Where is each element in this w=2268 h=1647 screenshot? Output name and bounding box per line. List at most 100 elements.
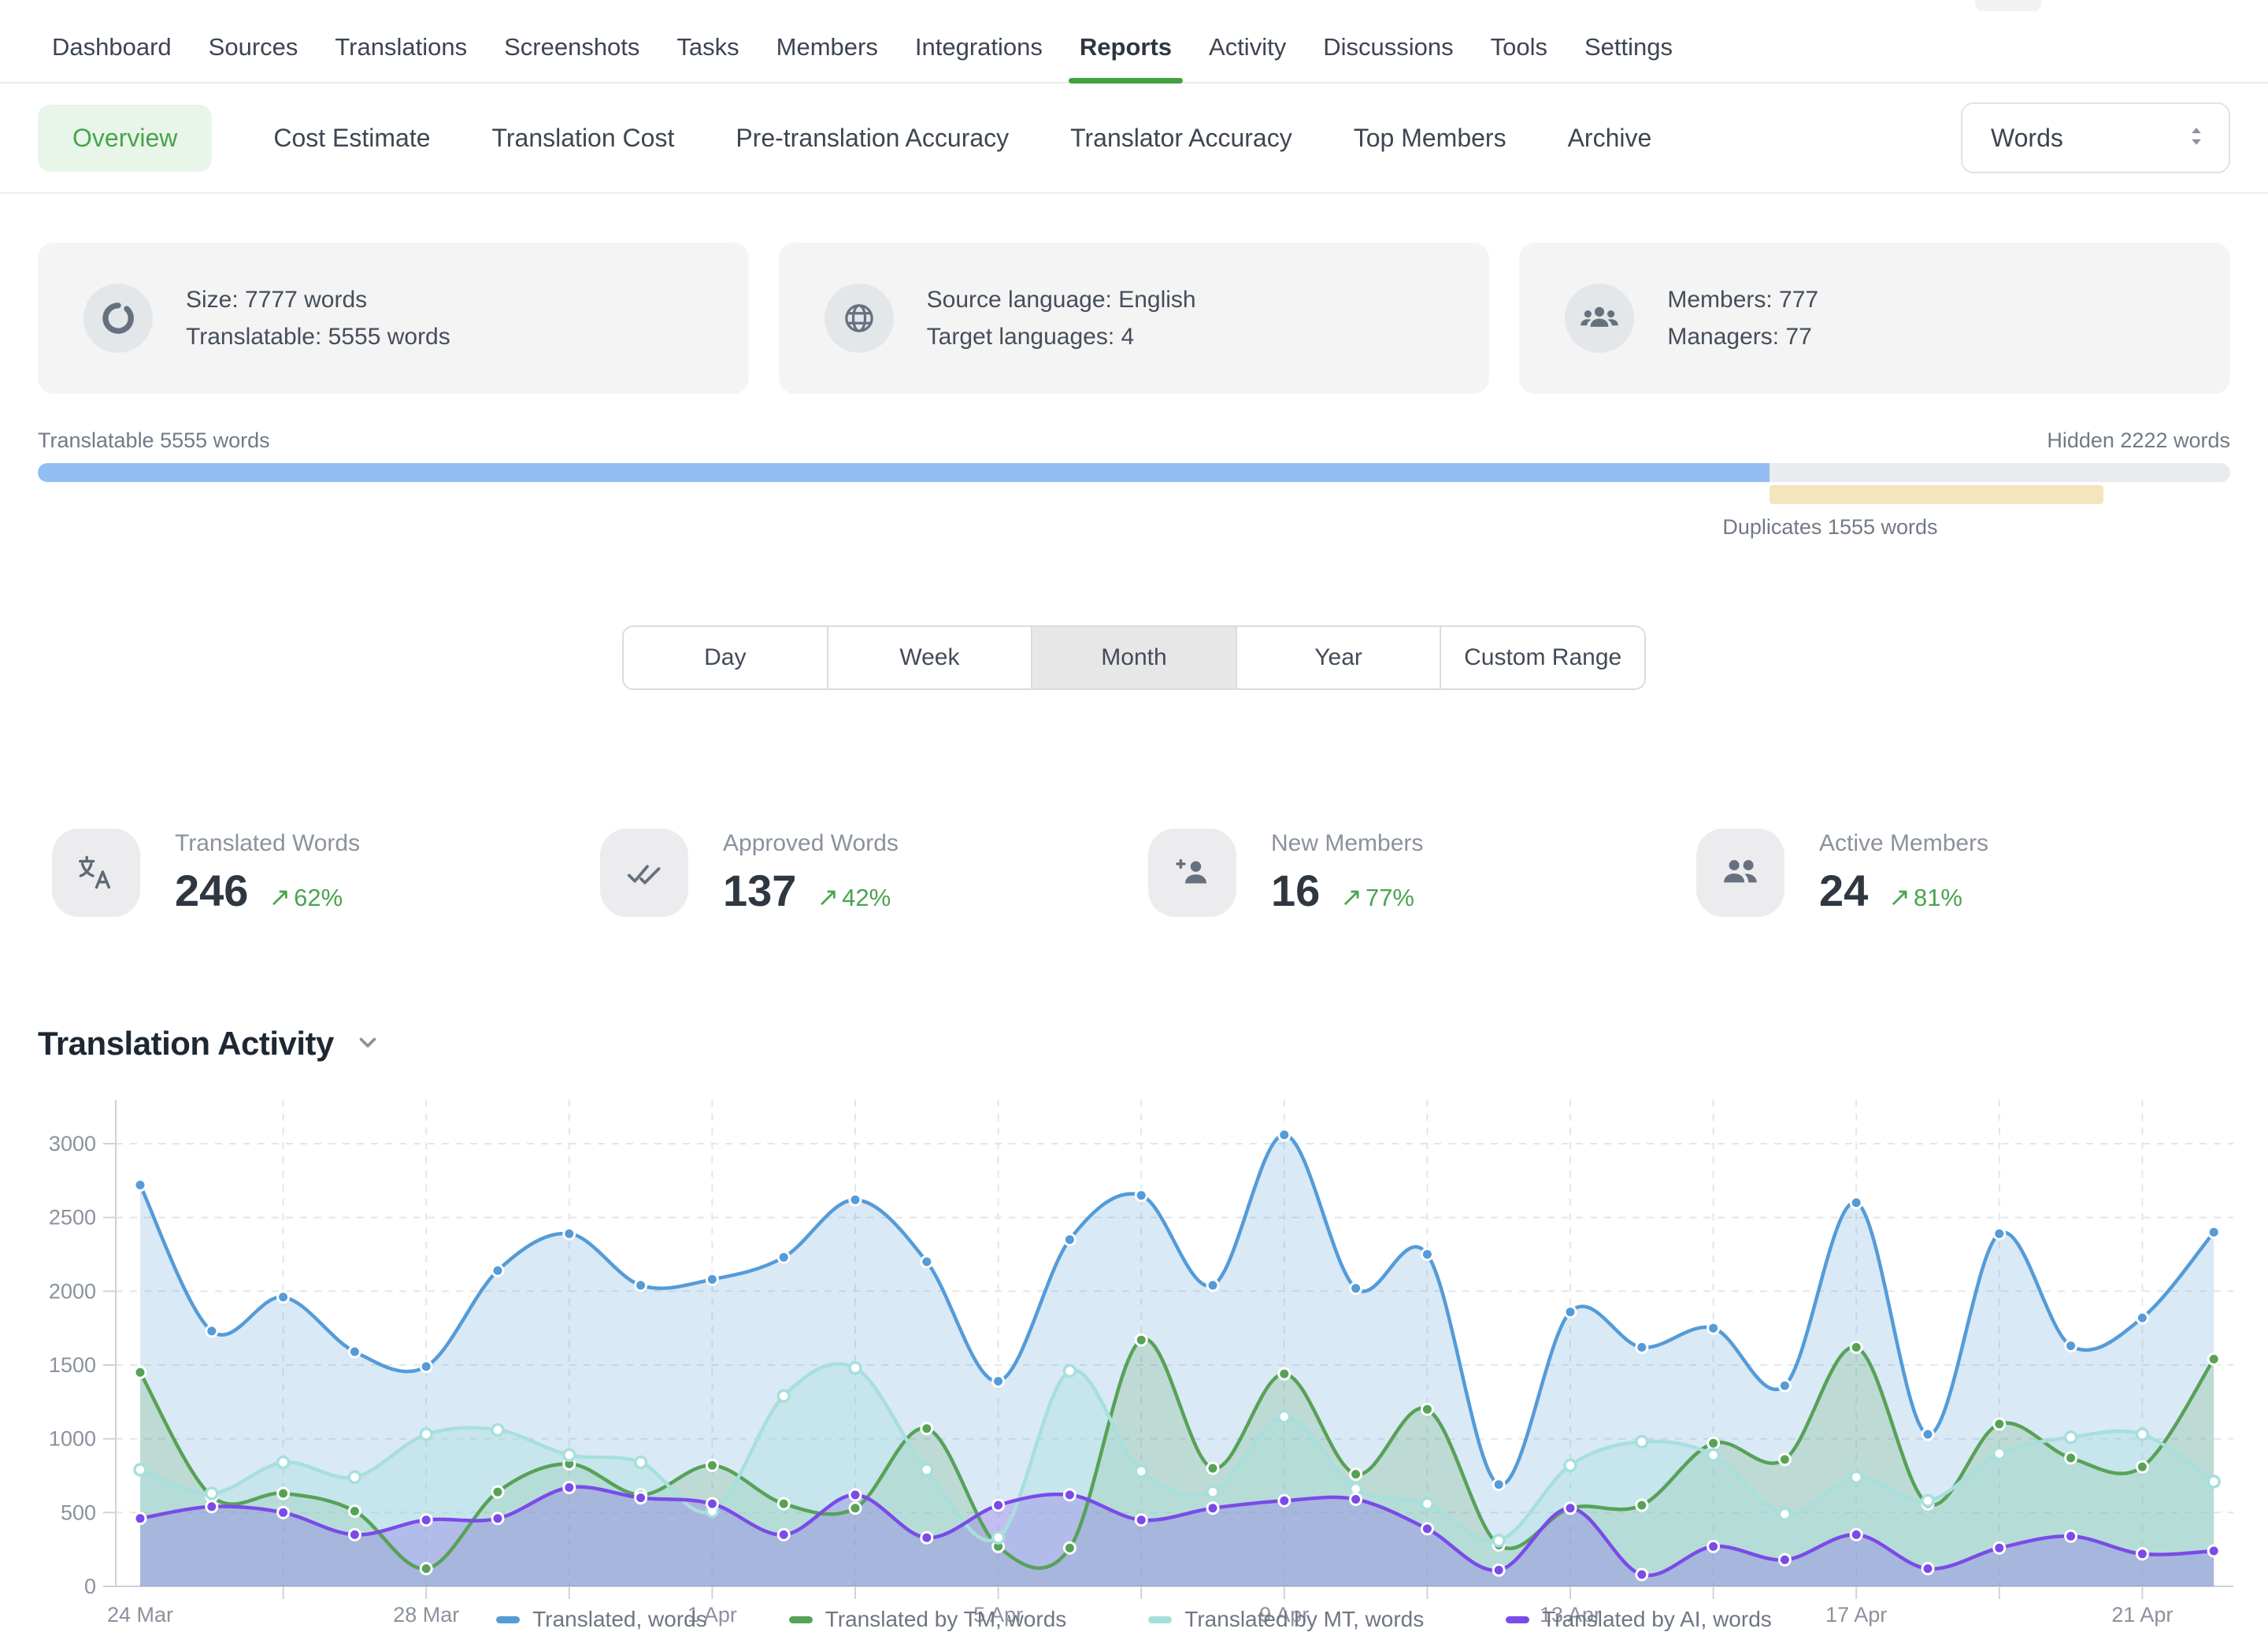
series-translated-by-tm-words-point[interactable] <box>1064 1542 1075 1553</box>
series-translated-by-tm-words-point[interactable] <box>278 1488 289 1499</box>
series-translated-by-tm-words-point[interactable] <box>2208 1354 2219 1365</box>
series-translated-by-ai-words-point[interactable] <box>1994 1542 2005 1553</box>
chevron-down-icon[interactable] <box>354 1029 381 1059</box>
nav-item-screenshots[interactable]: Screenshots <box>504 33 639 82</box>
series-translated-words-point[interactable] <box>778 1252 789 1263</box>
series-translated-words-point[interactable] <box>993 1376 1004 1387</box>
series-translated-by-mt-words-point[interactable] <box>993 1532 1004 1543</box>
range-tab-week[interactable]: Week <box>828 627 1033 688</box>
series-translated-by-ai-words-point[interactable] <box>636 1493 647 1504</box>
series-translated-by-tm-words-point[interactable] <box>2066 1452 2077 1463</box>
series-translated-words-point[interactable] <box>1064 1234 1075 1245</box>
series-translated-by-mt-words-point[interactable] <box>421 1429 432 1440</box>
series-translated-by-ai-words-point[interactable] <box>1207 1503 1218 1514</box>
series-translated-words-point[interactable] <box>1708 1322 1719 1334</box>
report-tab-pre-translation-accuracy[interactable]: Pre-translation Accuracy <box>736 124 1009 153</box>
partial-toolbar-button[interactable] <box>1975 0 2041 11</box>
series-translated-words-point[interactable] <box>1565 1307 1576 1318</box>
series-translated-words-point[interactable] <box>2208 1226 2219 1237</box>
series-translated-by-tm-words-point[interactable] <box>349 1506 360 1517</box>
series-translated-by-mt-words-point[interactable] <box>564 1449 575 1460</box>
series-translated-by-mt-words-point[interactable] <box>1064 1366 1075 1377</box>
series-translated-words-point[interactable] <box>1922 1429 1933 1440</box>
series-translated-by-mt-words-point[interactable] <box>1922 1495 1933 1506</box>
range-tab-day[interactable]: Day <box>624 627 828 688</box>
series-translated-words-point[interactable] <box>564 1228 575 1239</box>
series-translated-by-mt-words-point[interactable] <box>2066 1432 2077 1443</box>
series-translated-words-point[interactable] <box>1421 1249 1432 1260</box>
series-translated-words-point[interactable] <box>1636 1342 1647 1353</box>
series-translated-by-ai-words-point[interactable] <box>421 1515 432 1526</box>
nav-item-tools[interactable]: Tools <box>1491 33 1547 82</box>
nav-item-activity[interactable]: Activity <box>1209 33 1286 82</box>
series-translated-by-tm-words-point[interactable] <box>1994 1419 2005 1430</box>
series-translated-by-mt-words-point[interactable] <box>2136 1429 2148 1440</box>
series-translated-by-mt-words-point[interactable] <box>206 1488 217 1499</box>
series-translated-by-mt-words-point[interactable] <box>1565 1460 1576 1471</box>
report-tab-translator-accuracy[interactable]: Translator Accuracy <box>1070 124 1292 153</box>
series-translated-by-mt-words-point[interactable] <box>1851 1471 1862 1482</box>
nav-item-translations[interactable]: Translations <box>335 33 467 82</box>
nav-item-sources[interactable]: Sources <box>209 33 298 82</box>
series-translated-by-ai-words-point[interactable] <box>2136 1549 2148 1560</box>
series-translated-words-point[interactable] <box>1136 1190 1147 1201</box>
series-translated-by-mt-words-point[interactable] <box>2208 1476 2219 1487</box>
nav-item-dashboard[interactable]: Dashboard <box>52 33 172 82</box>
series-translated-by-mt-words-point[interactable] <box>1493 1535 1504 1546</box>
nav-item-discussions[interactable]: Discussions <box>1323 33 1453 82</box>
series-translated-words-point[interactable] <box>1851 1197 1862 1208</box>
series-translated-by-mt-words-point[interactable] <box>1136 1466 1147 1477</box>
series-translated-by-mt-words-point[interactable] <box>349 1471 360 1482</box>
series-translated-words-point[interactable] <box>135 1180 146 1191</box>
series-translated-by-mt-words-point[interactable] <box>1279 1411 1290 1423</box>
series-translated-by-mt-words-point[interactable] <box>1207 1486 1218 1497</box>
series-translated-words-point[interactable] <box>421 1361 432 1372</box>
unit-select[interactable]: Words <box>1961 102 2230 173</box>
series-translated-by-tm-words-point[interactable] <box>492 1486 503 1497</box>
series-translated-by-tm-words-point[interactable] <box>778 1498 789 1509</box>
series-translated-by-mt-words-point[interactable] <box>1421 1498 1432 1509</box>
series-translated-by-mt-words-point[interactable] <box>778 1390 789 1401</box>
series-translated-by-ai-words-point[interactable] <box>1851 1529 1862 1540</box>
nav-item-integrations[interactable]: Integrations <box>915 33 1043 82</box>
nav-item-settings[interactable]: Settings <box>1584 33 1673 82</box>
nav-item-tasks[interactable]: Tasks <box>676 33 739 82</box>
series-translated-words-point[interactable] <box>1279 1130 1290 1141</box>
series-translated-words-point[interactable] <box>706 1274 717 1285</box>
series-translated-by-mt-words-point[interactable] <box>1994 1448 2005 1459</box>
series-translated-by-ai-words-point[interactable] <box>1279 1495 1290 1506</box>
series-translated-by-mt-words-point[interactable] <box>278 1457 289 1468</box>
series-translated-by-ai-words-point[interactable] <box>1421 1523 1432 1534</box>
series-translated-words-point[interactable] <box>492 1265 503 1276</box>
series-translated-by-mt-words-point[interactable] <box>850 1363 861 1374</box>
report-tab-top-members[interactable]: Top Members <box>1354 124 1506 153</box>
series-translated-by-ai-words-point[interactable] <box>349 1529 360 1540</box>
legend-item-translated-by-ai-words[interactable]: Translated by AI, words <box>1506 1607 1772 1632</box>
report-tab-overview[interactable]: Overview <box>38 105 212 172</box>
series-translated-words-point[interactable] <box>1994 1228 2005 1239</box>
series-translated-by-mt-words-point[interactable] <box>636 1457 647 1468</box>
report-tab-translation-cost[interactable]: Translation Cost <box>492 124 675 153</box>
series-translated-by-ai-words-point[interactable] <box>564 1482 575 1493</box>
series-translated-by-tm-words-point[interactable] <box>1207 1463 1218 1474</box>
series-translated-by-mt-words-point[interactable] <box>921 1464 932 1475</box>
series-translated-by-tm-words-point[interactable] <box>1708 1437 1719 1449</box>
series-translated-by-ai-words-point[interactable] <box>135 1513 146 1524</box>
series-translated-by-mt-words-point[interactable] <box>1708 1449 1719 1460</box>
series-translated-by-ai-words-point[interactable] <box>778 1529 789 1540</box>
series-translated-words-point[interactable] <box>2136 1312 2148 1323</box>
series-translated-words-point[interactable] <box>349 1346 360 1357</box>
nav-item-members[interactable]: Members <box>776 33 878 82</box>
series-translated-by-tm-words-point[interactable] <box>921 1423 932 1434</box>
series-translated-words-point[interactable] <box>278 1292 289 1303</box>
series-translated-by-ai-words-point[interactable] <box>206 1501 217 1512</box>
series-translated-words-point[interactable] <box>921 1256 932 1267</box>
legend-item-translated-by-tm-words[interactable]: Translated by TM, words <box>789 1607 1067 1632</box>
series-translated-words-point[interactable] <box>636 1280 647 1291</box>
series-translated-by-ai-words-point[interactable] <box>1779 1554 1790 1565</box>
series-translated-by-ai-words-point[interactable] <box>1136 1515 1147 1526</box>
series-translated-by-tm-words-point[interactable] <box>1421 1404 1432 1415</box>
nav-item-reports[interactable]: Reports <box>1080 33 1172 82</box>
series-translated-by-ai-words-point[interactable] <box>278 1507 289 1518</box>
range-tab-custom-range[interactable]: Custom Range <box>1441 627 1644 688</box>
